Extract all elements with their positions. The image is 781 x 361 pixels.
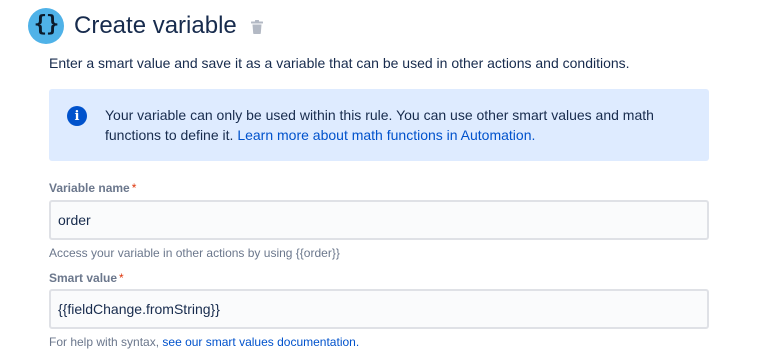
info-icon: i xyxy=(67,106,87,126)
page-header: {} Create variable xyxy=(28,6,263,46)
page-description: Enter a smart value and save it as a var… xyxy=(49,55,630,71)
page-title: Create variable xyxy=(74,12,237,39)
variable-name-input[interactable] xyxy=(49,200,709,240)
variable-name-label: Variable name * xyxy=(49,181,136,195)
smart-value-input[interactable] xyxy=(49,289,709,329)
curly-braces-icon: {} xyxy=(28,8,64,44)
smart-values-docs-link[interactable]: see our smart values documentation. xyxy=(162,335,359,349)
required-marker: * xyxy=(131,181,137,195)
smart-value-label: Smart value * xyxy=(49,271,124,285)
trash-icon-graphic xyxy=(250,20,263,34)
variable-name-helper: Access your variable in other actions by… xyxy=(49,246,340,260)
info-panel: i Your variable can only be used within … xyxy=(49,89,709,161)
smart-value-label-text: Smart value xyxy=(49,271,118,285)
trash-icon[interactable] xyxy=(250,20,263,34)
math-functions-link[interactable]: Learn more about math functions in Autom… xyxy=(237,127,535,143)
smart-value-helper-text: For help with syntax, xyxy=(49,335,160,349)
info-message: Your variable can only be used within th… xyxy=(105,105,695,145)
curly-braces-glyph: {} xyxy=(33,12,59,37)
required-marker: * xyxy=(119,271,124,285)
variable-name-label-text: Variable name xyxy=(49,181,130,195)
smart-value-helper: For help with syntax, see our smart valu… xyxy=(49,335,359,349)
